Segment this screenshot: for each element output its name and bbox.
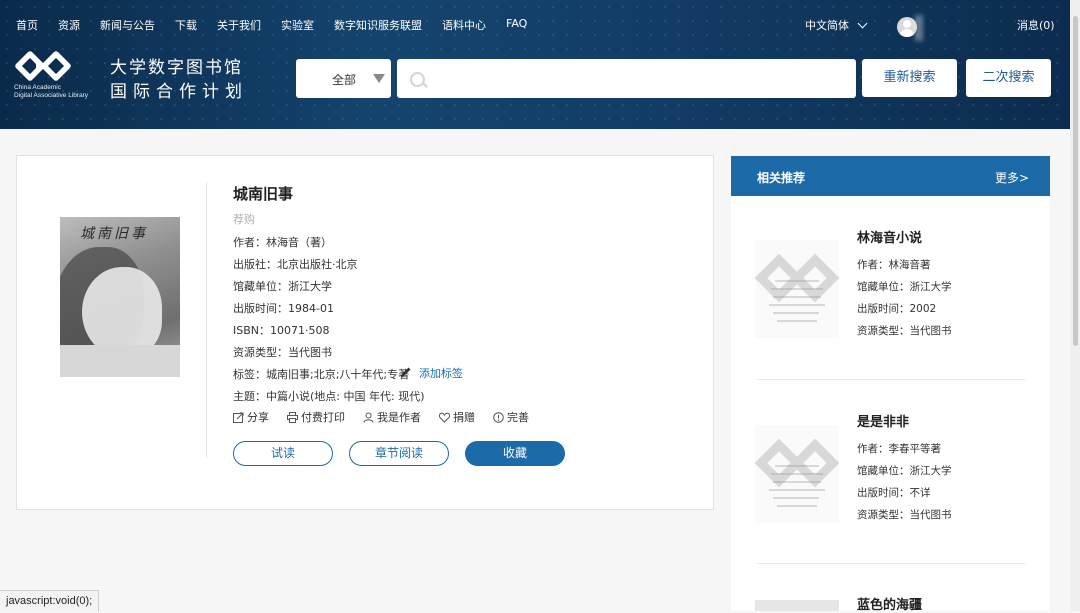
book-holding: 馆藏单位：浙江大学: [233, 280, 332, 293]
cadal-placeholder-icon: [755, 253, 839, 322]
page-scrollbar[interactable]: [1070, 0, 1080, 611]
nav-home[interactable]: 首页: [16, 17, 38, 33]
related-cover-placeholder[interactable]: [755, 425, 839, 523]
language-label: 中文简体: [805, 19, 849, 32]
heart-icon: [439, 412, 450, 423]
related-item-author: 作者：李春平等著: [857, 443, 941, 455]
favorite-button[interactable]: 收藏: [465, 441, 565, 466]
chapter-read-button[interactable]: 章节阅读: [349, 441, 449, 466]
add-tag-link[interactable]: 添加标签: [419, 365, 463, 381]
nav-faq[interactable]: FAQ: [506, 17, 527, 33]
re-search-button[interactable]: 重新搜索: [862, 59, 957, 97]
related-item-title[interactable]: 林海音小说: [857, 227, 922, 246]
related-separator: [757, 563, 1025, 564]
site-title-line1: 大学数字图书馆: [110, 58, 243, 78]
dropdown-triangle-icon: [373, 74, 385, 83]
logo-english-line1: China Academic: [14, 84, 61, 91]
book-title: 城南旧事: [233, 185, 294, 203]
search-icon: [410, 72, 425, 87]
related-item-type: 资源类型：当代图书: [857, 509, 952, 521]
scrollbar-thumb[interactable]: [1073, 16, 1078, 346]
more-link[interactable]: 更多>: [995, 169, 1029, 186]
printer-icon: [287, 411, 298, 423]
logo-english-name: China Academic Digital Associative Libra…: [14, 84, 88, 100]
username-redacted: [915, 15, 923, 41]
i-am-author-action[interactable]: 我是作者: [363, 409, 421, 425]
book-isbn: ISBN：10071·508: [233, 324, 330, 337]
related-item-holding: 馆藏单位：浙江大学: [857, 465, 952, 477]
related-title: 相关推荐: [757, 171, 806, 185]
related-item-title[interactable]: 蓝色的海疆: [857, 594, 922, 613]
book-pubdate: 出版时间：1984-01: [233, 302, 334, 315]
related-cover-placeholder[interactable]: [755, 240, 839, 338]
nav-resources[interactable]: 资源: [58, 17, 80, 33]
improve-action[interactable]: 完善: [493, 409, 529, 425]
print-label: 付费打印: [301, 411, 345, 424]
search-input[interactable]: [397, 59, 856, 98]
site-title-line2: 国际合作计划: [110, 82, 248, 102]
pencil-icon[interactable]: [400, 366, 412, 378]
cover-figure-face: [82, 267, 162, 357]
info-circle-icon: [493, 411, 504, 423]
recommend-purchase-link[interactable]: 荐购: [233, 211, 255, 227]
nav-news[interactable]: 新闻与公告: [100, 17, 155, 33]
cover-title-calligraphy: 城南旧事: [80, 226, 148, 242]
second-search-button[interactable]: 二次搜索: [966, 59, 1051, 97]
related-item-title[interactable]: 是是非非: [857, 411, 909, 430]
improve-label: 完善: [507, 411, 529, 424]
share-action[interactable]: 分享: [233, 409, 269, 425]
related-separator: [757, 379, 1025, 380]
related-panel: [731, 156, 1050, 611]
book-author: 作者：林海音（著）: [233, 236, 332, 249]
top-navigation: 首页 资源 新闻与公告 下载 关于我们 实验室 数字知识服务联盟 语料中心 FA…: [16, 17, 547, 33]
related-panel-header: 相关推荐 更多>: [731, 156, 1050, 196]
related-cover-placeholder[interactable]: [755, 600, 839, 611]
book-cover-image: 城南旧事: [60, 217, 180, 377]
related-item-holding: 馆藏单位：浙江大学: [857, 281, 952, 293]
nav-lab[interactable]: 实验室: [281, 17, 314, 33]
donate-label: 捐赠: [453, 411, 475, 424]
related-item-type: 资源类型：当代图书: [857, 325, 952, 337]
related-item-pubdate: 出版时间：不详: [857, 487, 931, 499]
search-category-select[interactable]: 全部: [296, 59, 391, 98]
user-icon: [363, 412, 374, 423]
book-action-bar: 分享 付费打印 我是作者 捐赠 完善: [233, 409, 529, 425]
nav-corpus[interactable]: 语料中心: [442, 17, 486, 33]
share-label: 分享: [247, 411, 269, 424]
cadal-placeholder-icon: [755, 438, 839, 507]
user-avatar-icon[interactable]: [897, 17, 917, 37]
language-selector[interactable]: 中文简体: [805, 17, 868, 33]
book-subject: 主题：中篇小说(地点: 中国 年代: 现代): [233, 390, 425, 403]
i-am-author-label: 我是作者: [377, 411, 421, 424]
related-item-pubdate: 出版时间：2002: [857, 303, 937, 315]
search-category-value: 全部: [332, 73, 357, 87]
nav-alliance[interactable]: 数字知识服务联盟: [334, 17, 422, 33]
messages-link[interactable]: 消息(0): [1017, 17, 1055, 33]
related-item-author: 作者：林海音著: [857, 259, 931, 271]
print-action[interactable]: 付费打印: [287, 409, 345, 425]
book-publisher: 出版社：北京出版社·北京: [233, 258, 358, 271]
book-tags: 标签：城南旧事;北京;八十年代;专著: [233, 368, 410, 381]
site-title: 大学数字图书馆 国际合作计划: [110, 56, 248, 104]
card-divider: [206, 182, 207, 458]
browser-status-url: javascript:void(0);: [0, 590, 100, 612]
trial-read-button[interactable]: 试读: [233, 441, 333, 466]
cover-ground: [60, 345, 180, 377]
chevron-down-icon: [857, 18, 868, 28]
donate-action[interactable]: 捐赠: [439, 409, 475, 425]
book-type: 资源类型：当代图书: [233, 346, 332, 359]
share-icon: [233, 412, 244, 423]
logo-english-line2: Digital Associative Library: [14, 92, 89, 99]
nav-about[interactable]: 关于我们: [217, 17, 261, 33]
nav-download[interactable]: 下载: [175, 17, 197, 33]
